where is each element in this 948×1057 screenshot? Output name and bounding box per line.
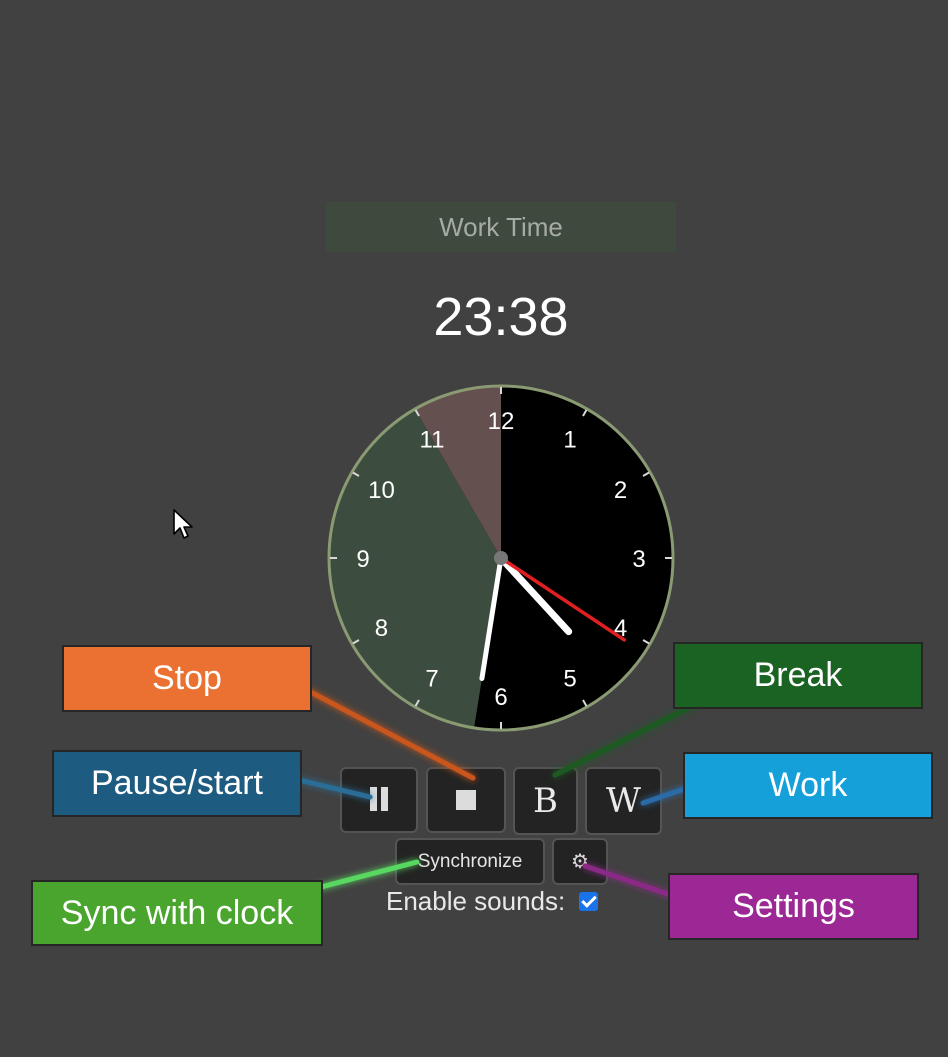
analog-clock: 121234567891011 [327,384,675,732]
settings-callout: Settings [668,873,919,940]
break-callout: Break [673,642,923,709]
break-callout-label: Break [753,656,843,694]
settings-button[interactable]: ⚙ [552,838,608,885]
clock-number: 10 [368,477,395,504]
clock-number: 12 [488,408,515,435]
clock-number: 9 [356,546,369,573]
time-display: 23:38 [326,282,676,352]
pause-start-callout-label: Pause/start [91,764,263,802]
enable-sounds-checkbox[interactable] [579,891,599,911]
clock-number: 5 [563,666,576,693]
enable-sounds-row: Enable sounds: [386,884,599,918]
clock-number: 3 [632,546,645,573]
stop-button[interactable] [426,767,506,833]
clock-number: 6 [494,684,507,711]
clock-number: 1 [563,426,576,453]
work-button[interactable]: W [585,767,662,835]
pause-start-button[interactable] [340,767,418,833]
mode-label-text: Work Time [439,211,563,242]
clock-center [494,551,508,565]
sync-callout: Sync with clock [31,880,323,946]
clock-number: 7 [425,666,438,693]
break-button[interactable]: B [513,767,578,835]
stop-callout: Stop [62,645,312,712]
work-button-label: W [606,781,641,821]
mode-label: Work Time [326,202,676,252]
gear-icon: ⚙ [571,851,589,873]
work-callout-label: Work [768,766,848,804]
pause-icon [368,786,390,814]
break-button-label: B [533,781,558,821]
synchronize-button-label: Synchronize [417,850,523,872]
stop-callout-label: Stop [152,659,222,697]
clock-number: 2 [614,477,627,504]
time-display-text: 23:38 [433,287,569,347]
work-callout: Work [683,752,933,819]
settings-callout-label: Settings [732,887,855,925]
pause-start-callout: Pause/start [52,750,302,817]
stop-icon [456,790,476,810]
enable-sounds-label: Enable sounds: [386,885,566,916]
app-screen: Work Time 23:38 12 1 2 3 4 5 6 7 8 9 10 11 B W Sync… [0,0,948,1057]
synchronize-button[interactable]: Synchronize [395,838,545,885]
clock-number: 11 [420,426,445,453]
sync-callout-label: Sync with clock [60,893,294,932]
clock-number: 8 [375,615,388,642]
clock-sectors [329,386,501,728]
mouse-cursor-icon [173,509,193,539]
